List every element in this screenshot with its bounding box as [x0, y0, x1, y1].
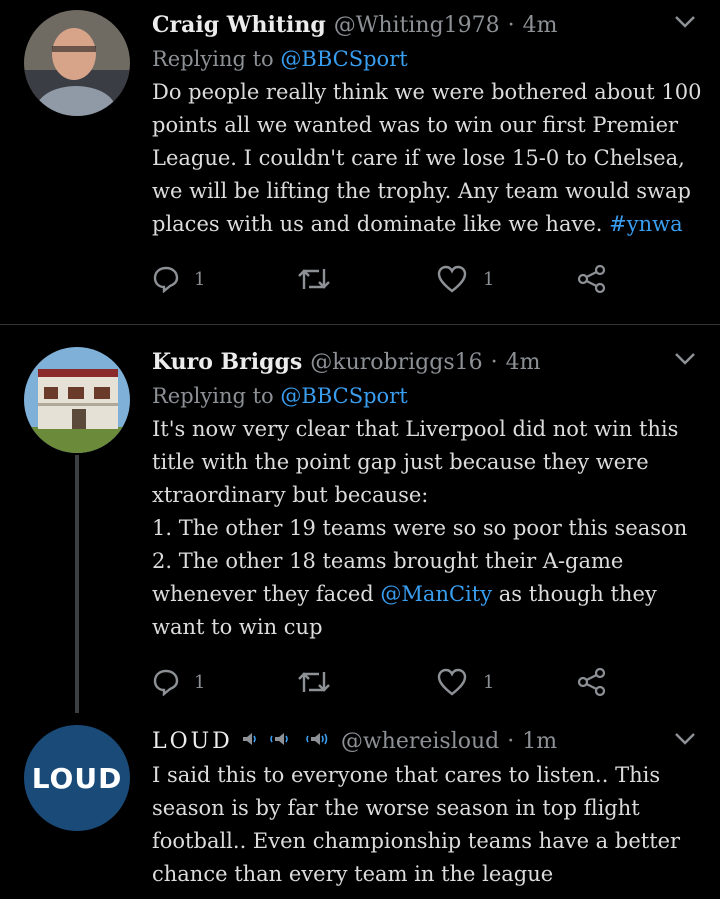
speaker-icon [241, 725, 259, 759]
timestamp[interactable]: 1m [522, 725, 557, 759]
like-icon [437, 265, 467, 293]
avatar[interactable]: LOUD [24, 725, 130, 831]
mention-link[interactable]: @BBCSport [280, 384, 407, 408]
share-icon [577, 667, 607, 697]
separator-dot: · [507, 729, 515, 754]
share-button[interactable] [577, 264, 607, 294]
retweet-button[interactable] [297, 668, 437, 696]
display-name[interactable]: Kuro Briggs [152, 345, 302, 379]
chevron-down-icon[interactable] [674, 347, 696, 372]
like-button[interactable]: 1 [437, 265, 577, 293]
separator-dot: · [490, 350, 498, 375]
tweet-text: It's now very clear that Liverpool did n… [152, 417, 688, 639]
tweet-3[interactable]: LOUD LOUD @whereisloud · 1m I said this … [0, 711, 720, 899]
reply-button[interactable]: 1 [152, 668, 297, 696]
retweet-icon [297, 265, 331, 293]
speaker-icon [267, 725, 293, 759]
reply-button[interactable]: 1 [152, 265, 297, 293]
tweet-text: I said this to everyone that cares to li… [152, 763, 681, 886]
display-name[interactable]: LOUD [152, 725, 233, 759]
avatar[interactable] [24, 347, 130, 453]
reply-icon [152, 265, 180, 293]
avatar-logo-text: LOUD [31, 761, 123, 795]
handle[interactable]: @kurobriggs16 [310, 346, 482, 380]
tweet-2[interactable]: Kuro Briggs @kurobriggs16 · 4m Replying … [0, 325, 720, 711]
tweet-actions: 1 1 [152, 652, 704, 712]
display-name[interactable]: Craig Whiting [152, 8, 326, 42]
chevron-down-icon[interactable] [674, 727, 696, 752]
replying-to: Replying to @BBCSport [152, 47, 408, 71]
reply-icon [152, 668, 180, 696]
like-icon [437, 668, 467, 696]
handle[interactable]: @Whiting1978 [334, 9, 500, 43]
speaker-icon [301, 725, 333, 759]
like-count: 1 [483, 268, 495, 290]
share-button[interactable] [577, 667, 607, 697]
tweet-1[interactable]: Craig Whiting @Whiting1978 · 4m Replying… [0, 0, 720, 324]
like-button[interactable]: 1 [437, 668, 577, 696]
reply-count: 1 [194, 268, 206, 290]
tweet-actions: 1 1 [152, 249, 704, 309]
replying-to: Replying to @BBCSport [152, 384, 408, 408]
mention-link[interactable]: @ManCity [380, 582, 492, 606]
timestamp[interactable]: 4m [523, 9, 558, 43]
retweet-button[interactable] [297, 265, 437, 293]
handle[interactable]: @whereisloud [341, 725, 499, 759]
like-count: 1 [483, 671, 495, 693]
tweet-text: Do people really think we were bothered … [152, 80, 702, 236]
separator-dot: · [507, 13, 515, 38]
avatar[interactable] [24, 10, 130, 116]
timestamp[interactable]: 4m [506, 346, 541, 380]
retweet-icon [297, 668, 331, 696]
chevron-down-icon[interactable] [674, 10, 696, 35]
hashtag-link[interactable]: #ynwa [609, 212, 682, 236]
reply-count: 1 [194, 671, 206, 693]
mention-link[interactable]: @BBCSport [280, 47, 407, 71]
share-icon [577, 264, 607, 294]
